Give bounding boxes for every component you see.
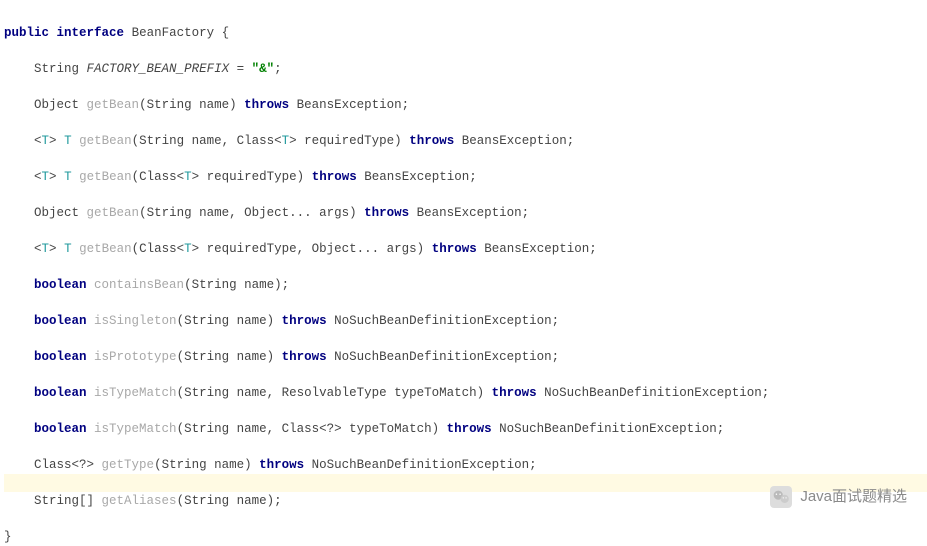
line-8: boolean containsBean(String name); bbox=[4, 278, 289, 292]
wechat-icon bbox=[770, 486, 792, 508]
line-5: <T> T getBean(Class<T> requiredType) thr… bbox=[4, 170, 477, 184]
watermark-text: Java面试题精选 bbox=[800, 488, 907, 506]
line-close: } bbox=[4, 530, 12, 544]
line-11: boolean isTypeMatch(String name, Resolva… bbox=[4, 386, 769, 400]
line-3: Object getBean(String name) throws Beans… bbox=[4, 98, 409, 112]
line-9: boolean isSingleton(String name) throws … bbox=[4, 314, 559, 328]
line-12: boolean isTypeMatch(String name, Class<?… bbox=[4, 422, 724, 436]
watermark: Java面试题精选 bbox=[770, 486, 907, 508]
line-13: Class<?> getType(String name) throws NoS… bbox=[4, 458, 537, 472]
line-4: <T> T getBean(String name, Class<T> requ… bbox=[4, 134, 574, 148]
line-6: Object getBean(String name, Object... ar… bbox=[4, 206, 529, 220]
line-10: boolean isPrototype(String name) throws … bbox=[4, 350, 559, 364]
line-7: <T> T getBean(Class<T> requiredType, Obj… bbox=[4, 242, 597, 256]
line-1: public interface BeanFactory { bbox=[4, 26, 229, 40]
line-14: String[] getAliases(String name); bbox=[4, 494, 282, 508]
line-2: String FACTORY_BEAN_PREFIX = "&"; bbox=[4, 62, 282, 76]
code-block: public interface BeanFactory { String FA… bbox=[0, 0, 927, 546]
